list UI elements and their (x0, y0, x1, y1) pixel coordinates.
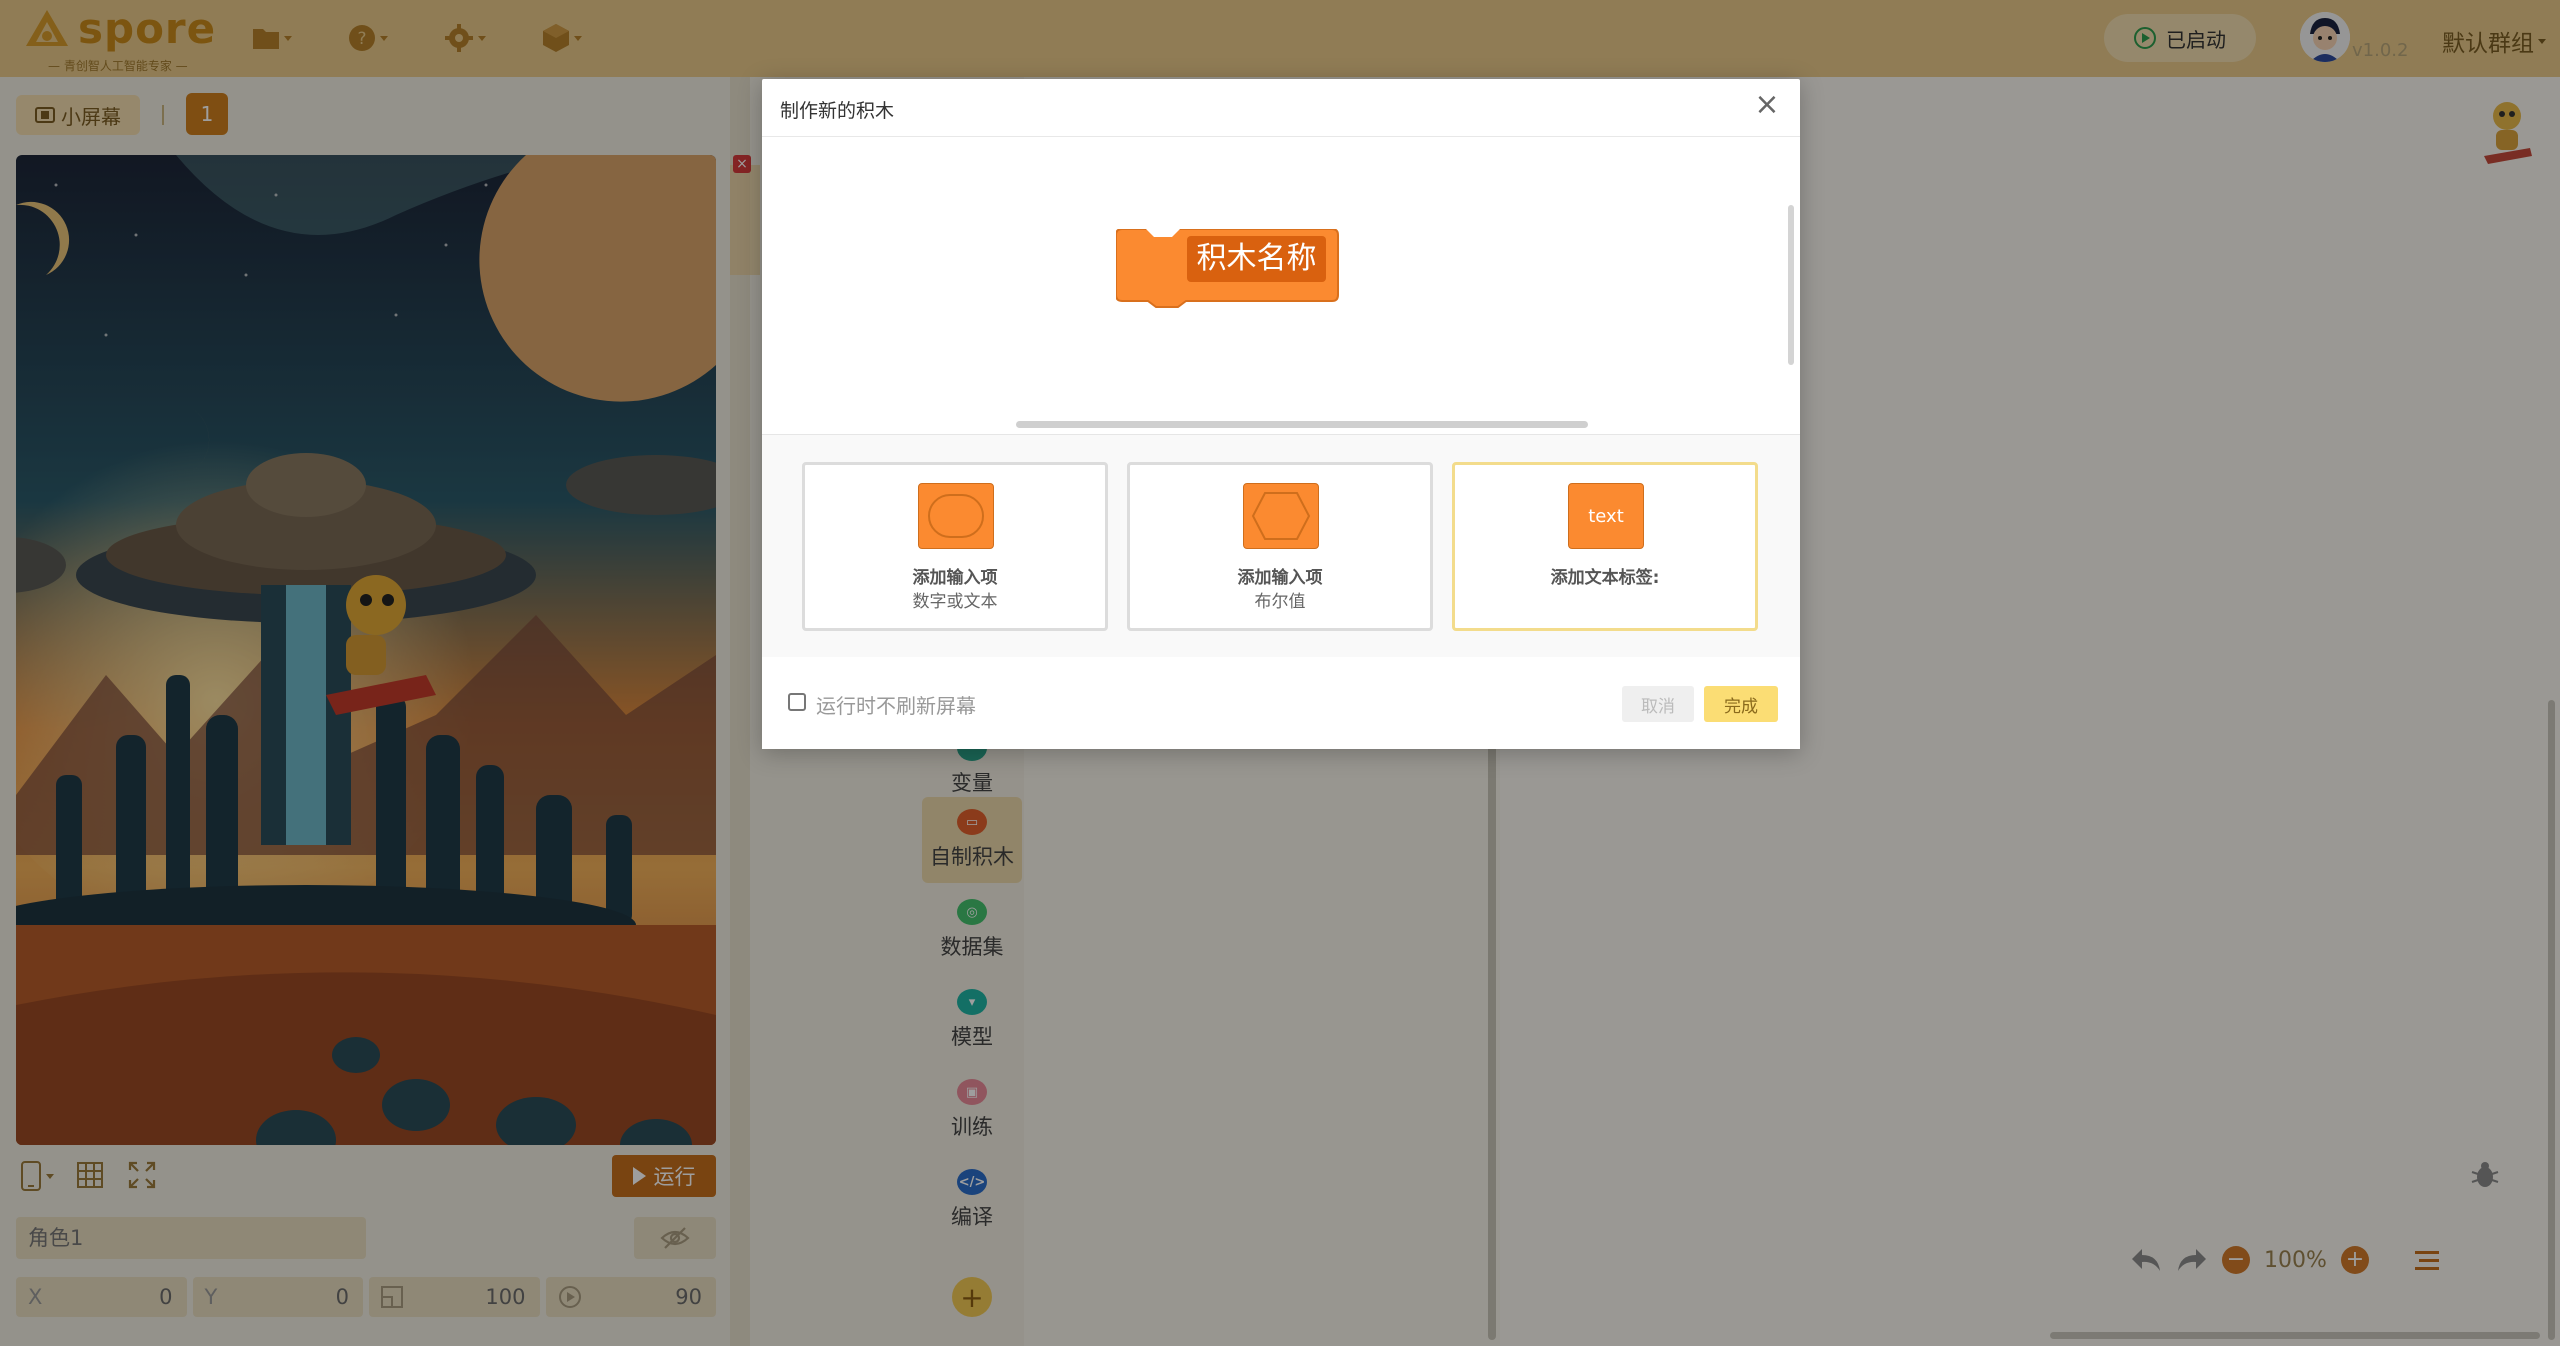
no-refresh-checkbox[interactable] (788, 693, 806, 711)
preview-horizontal-scrollbar[interactable] (1016, 421, 1588, 428)
add-input-boolean-option[interactable]: 添加输入项 布尔值 (1127, 462, 1433, 631)
option-subtitle: 布尔值 (1254, 592, 1306, 612)
option-title: 添加输入项 (912, 568, 998, 588)
no-refresh-label[interactable]: 运行时不刷新屏幕 (816, 690, 976, 719)
text-label-sample: text (1588, 505, 1624, 527)
preview-vertical-scrollbar[interactable] (1788, 205, 1794, 365)
block-options: 添加输入项 数字或文本 添加输入项 布尔值 text 添加文本标签: (762, 435, 1800, 657)
block-preview-area: 积木名称 (762, 137, 1800, 435)
add-text-label-option[interactable]: text 添加文本标签: (1452, 462, 1758, 631)
text-label-icon: text (1568, 483, 1644, 549)
dialog-title: 制作新的积木 (780, 100, 895, 122)
make-block-dialog: 制作新的积木 × 积木名称 添加输入项 数字或文本 添加输入项 布尔值 text… (762, 79, 1800, 749)
dialog-footer: 运行时不刷新屏幕 取消 完成 (762, 657, 1800, 749)
add-input-number-text-option[interactable]: 添加输入项 数字或文本 (802, 462, 1108, 631)
close-icon[interactable]: × (1752, 90, 1782, 121)
done-button[interactable]: 完成 (1704, 686, 1778, 722)
option-title: 添加输入项 (1237, 568, 1323, 588)
oval-input-icon (918, 483, 994, 549)
option-title: 添加文本标签: (1550, 568, 1660, 588)
diamond-input-icon (1243, 483, 1319, 549)
block-name-input[interactable]: 积木名称 (1187, 236, 1326, 282)
cancel-button[interactable]: 取消 (1622, 686, 1694, 722)
option-subtitle: 数字或文本 (912, 592, 998, 612)
dialog-header: 制作新的积木 × (762, 79, 1800, 137)
